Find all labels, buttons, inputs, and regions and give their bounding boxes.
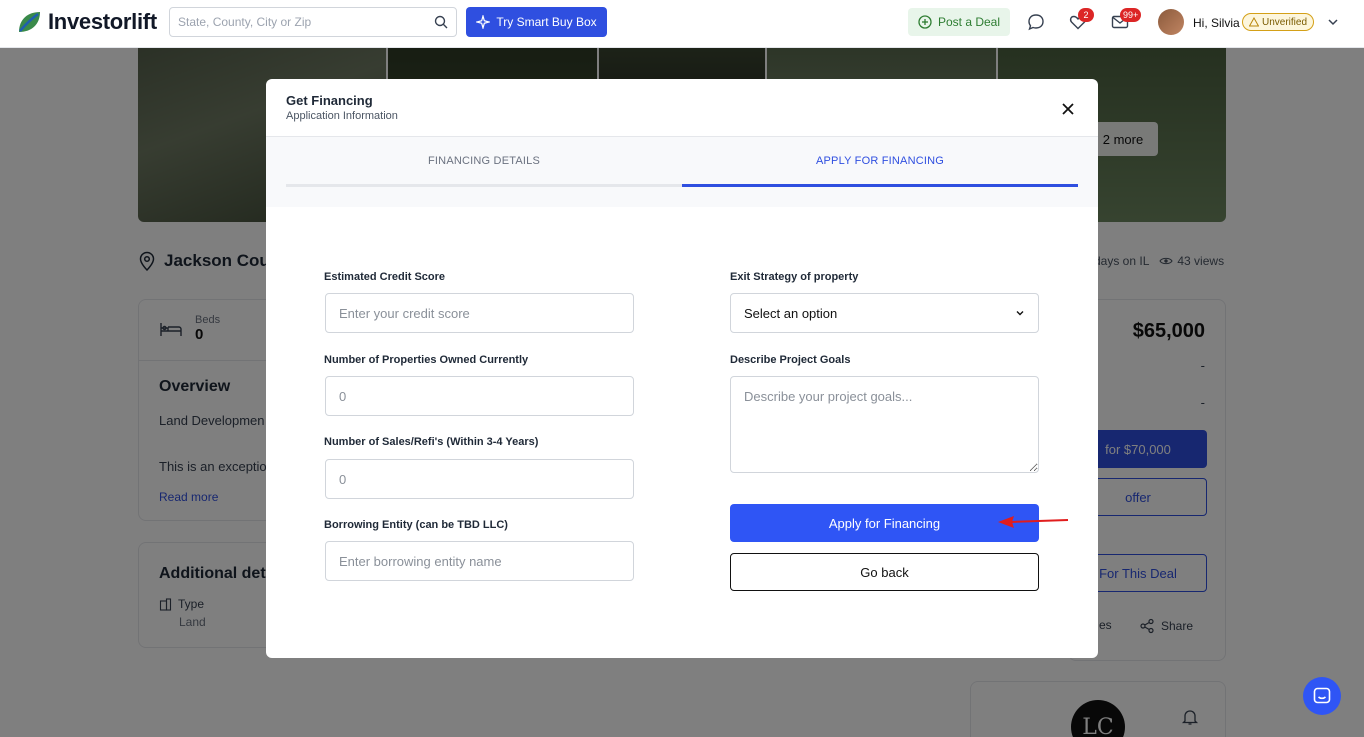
credit-score-input[interactable] [325, 293, 634, 333]
tab-apply-for-financing[interactable]: APPLY FOR FINANCING [682, 137, 1078, 187]
apply-for-financing-button[interactable]: Apply for Financing [730, 504, 1039, 542]
smart-buy-box-label: Try Smart Buy Box [496, 15, 597, 29]
exit-strategy-select[interactable]: Select an option [730, 293, 1039, 333]
properties-owned-input[interactable] [325, 376, 634, 416]
warning-icon [1249, 17, 1259, 27]
post-deal-label: Post a Deal [937, 15, 1001, 29]
modal-header: Get Financing Application Information [266, 79, 1098, 137]
chevron-down-icon[interactable] [1327, 16, 1339, 28]
tab-financing-details[interactable]: FINANCING DETAILS [286, 137, 682, 187]
logo-text: Investorlift [48, 9, 157, 34]
favorites-count-badge: 2 [1078, 8, 1094, 22]
search-box[interactable] [169, 7, 457, 37]
favorites-button[interactable]: 2 [1068, 8, 1094, 32]
plus-circle-icon [918, 15, 932, 29]
messages-count-badge: 99+ [1120, 8, 1142, 22]
credit-score-label: Estimated Credit Score [324, 271, 446, 283]
user-greeting[interactable]: Hi, Silvia [1193, 16, 1240, 30]
sales-refis-input[interactable] [325, 459, 634, 499]
chevron-down-icon [1016, 311, 1024, 316]
smart-buy-box-button[interactable]: Try Smart Buy Box [466, 7, 607, 37]
modal-tabs: FINANCING DETAILS APPLY FOR FINANCING [266, 137, 1098, 207]
get-financing-modal: Get Financing Application Information FI… [266, 79, 1098, 658]
sparkle-icon [476, 15, 491, 29]
sales-refis-label: Number of Sales/Refi's (Within 3-4 Years… [324, 436, 539, 448]
messages-button[interactable]: 99+ [1110, 8, 1142, 32]
borrowing-entity-label: Borrowing Entity (can be TBD LLC) [324, 519, 508, 531]
search-icon[interactable] [434, 15, 448, 29]
modal-title: Get Financing [286, 93, 373, 108]
exit-strategy-label: Exit Strategy of property [730, 271, 859, 283]
leaf-logo-icon [19, 12, 40, 32]
go-back-button[interactable]: Go back [730, 553, 1039, 591]
top-navbar: Investorlift Try Smart Buy Box Post a De… [0, 0, 1364, 48]
post-deal-button[interactable]: Post a Deal [908, 8, 1010, 36]
verification-status-badge: Unverified [1242, 13, 1315, 31]
support-chat-button[interactable] [1303, 677, 1341, 715]
project-goals-textarea[interactable] [730, 376, 1039, 473]
modal-subtitle: Application Information [286, 110, 398, 122]
verification-status-label: Unverified [1262, 16, 1308, 28]
properties-owned-label: Number of Properties Owned Currently [324, 354, 529, 366]
search-input[interactable] [178, 15, 434, 29]
exit-strategy-value: Select an option [744, 305, 838, 321]
chat-bubble-icon[interactable] [1026, 12, 1046, 32]
borrowing-entity-input[interactable] [325, 541, 634, 581]
annotation-arrow-icon [998, 516, 1069, 528]
user-avatar[interactable] [1158, 9, 1184, 35]
logo[interactable]: Investorlift [16, 9, 157, 35]
project-goals-label: Describe Project Goals [730, 354, 851, 366]
close-icon[interactable] [1058, 99, 1078, 119]
chat-icon [1313, 687, 1331, 704]
